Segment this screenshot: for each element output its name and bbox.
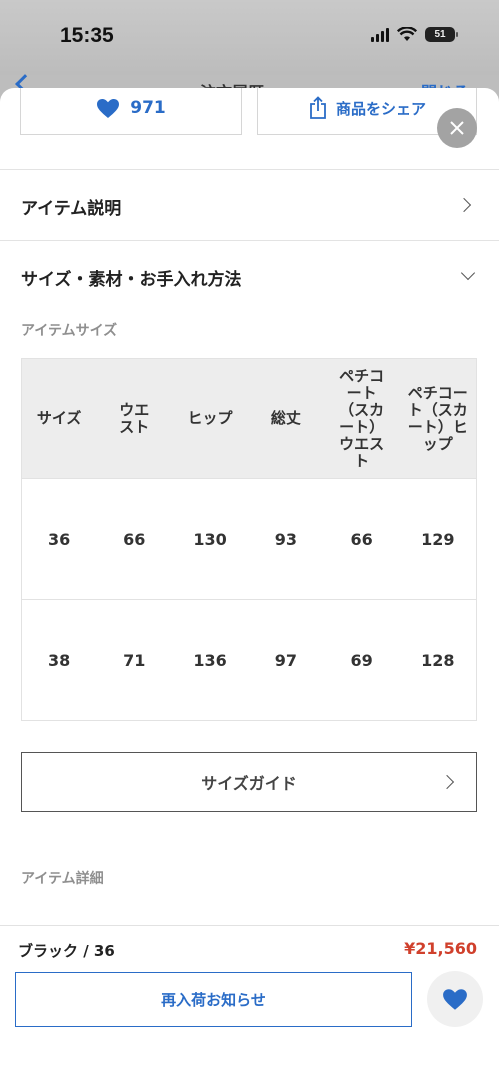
share-label: 商品をシェア bbox=[335, 99, 426, 118]
size-table: サイズ ウエスト ヒップ 総丈 ペチコート（スカート）ウエスト ペチコート（スカ… bbox=[21, 358, 477, 721]
status-icons: 51 bbox=[371, 27, 458, 42]
col-header-length: 総丈 bbox=[247, 358, 324, 479]
col-header-petticoat-hip: ペチコート（スカート）ヒップ bbox=[399, 358, 477, 479]
heart-icon bbox=[443, 988, 467, 1010]
price: ¥21,560 bbox=[404, 939, 477, 958]
wifi-icon bbox=[397, 27, 417, 41]
table-cell: 38 bbox=[21, 599, 97, 721]
item-description-label: アイテム説明 bbox=[21, 199, 122, 219]
table-cell: 69 bbox=[323, 599, 400, 721]
table-cell: 128 bbox=[399, 599, 477, 721]
size-material-care-header[interactable]: サイズ・素材・お手入れ方法 bbox=[21, 265, 242, 290]
top-actions: 971 商品をシェア bbox=[0, 88, 499, 135]
chevron-right-icon bbox=[456, 197, 472, 213]
close-icon bbox=[450, 121, 464, 135]
favorite-count: 971 bbox=[130, 98, 166, 118]
restock-notify-button[interactable]: 再入荷お知らせ bbox=[15, 972, 412, 1027]
signal-icon bbox=[371, 27, 389, 42]
status-bar: 15:35 51 bbox=[0, 0, 499, 75]
table-cell: 93 bbox=[247, 478, 324, 600]
chevron-down-icon[interactable] bbox=[460, 265, 476, 281]
size-guide-label: サイズガイド bbox=[201, 774, 297, 793]
table-row: 38 71 136 97 69 128 bbox=[21, 599, 477, 721]
col-header-waist: ウエスト bbox=[96, 358, 173, 479]
close-sheet-button[interactable] bbox=[437, 108, 477, 148]
table-cell: 66 bbox=[96, 478, 173, 600]
size-table-header: サイズ ウエスト ヒップ 総丈 ペチコート（スカート）ウエスト ペチコート（スカ… bbox=[21, 358, 477, 479]
table-cell: 136 bbox=[172, 599, 248, 721]
share-icon bbox=[310, 96, 326, 119]
table-cell: 129 bbox=[399, 478, 477, 600]
col-header-hip: ヒップ bbox=[172, 358, 248, 479]
battery-icon: 51 bbox=[425, 27, 458, 42]
col-header-petticoat-waist: ペチコート（スカート）ウエスト bbox=[323, 358, 400, 479]
table-cell: 97 bbox=[247, 599, 324, 721]
chevron-right-icon bbox=[439, 774, 455, 790]
favorite-circle-button[interactable] bbox=[427, 971, 483, 1027]
table-cell: 66 bbox=[323, 478, 400, 600]
heart-icon bbox=[97, 98, 120, 118]
table-cell: 130 bbox=[172, 478, 248, 600]
restock-notify-label: 再入荷お知らせ bbox=[161, 991, 266, 1009]
selected-variant: ブラック / 36 bbox=[18, 942, 115, 960]
product-sheet: 971 商品をシェア アイテム説明 サイズ・素材・お手入れ方法 アイテムサイズ … bbox=[0, 88, 499, 1080]
item-description-row[interactable]: アイテム説明 bbox=[0, 169, 499, 241]
item-size-label: アイテムサイズ bbox=[21, 323, 118, 339]
status-time: 15:35 bbox=[60, 24, 114, 47]
table-row: 36 66 130 93 66 129 bbox=[21, 478, 477, 600]
favorite-button[interactable]: 971 bbox=[20, 88, 242, 135]
table-cell: 36 bbox=[21, 478, 97, 600]
item-details-label: アイテム詳細 bbox=[21, 871, 104, 887]
purchase-footer: ブラック / 36 ¥21,560 再入荷お知らせ bbox=[0, 925, 499, 1080]
table-cell: 71 bbox=[96, 599, 173, 721]
col-header-size: サイズ bbox=[21, 358, 97, 479]
size-guide-button[interactable]: サイズガイド bbox=[21, 752, 477, 812]
